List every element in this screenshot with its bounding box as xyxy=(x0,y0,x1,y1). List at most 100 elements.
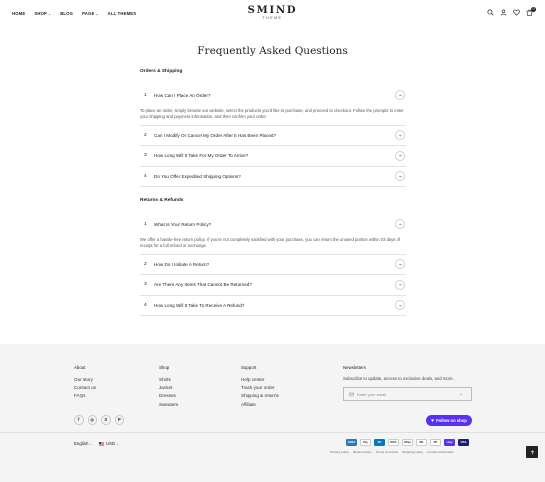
logo-subtext: THEME xyxy=(262,16,283,20)
chevron-down-icon[interactable] xyxy=(395,171,405,182)
language-selector[interactable]: English ⌄ xyxy=(74,441,93,446)
us-flag-icon xyxy=(98,442,104,446)
footer-column-shop: Shop Shirts Jacket Dresses Sweaters xyxy=(159,365,178,409)
policy-link[interactable]: Terms of service xyxy=(376,450,399,454)
footer-column-title: About xyxy=(74,365,86,370)
payment-paypal-icon: PP xyxy=(430,439,441,446)
x-icon[interactable]: X xyxy=(101,415,111,425)
faq-question-row[interactable]: 1 How Can I Place An Order? xyxy=(140,85,406,106)
footer-column-title: Support xyxy=(241,365,257,370)
footer-column-title: Shop xyxy=(159,365,170,370)
currency-label: USD xyxy=(105,441,116,446)
instagram-icon[interactable]: ◎ xyxy=(87,415,97,425)
faq-question: How Long Will It Take For My Order To Ar… xyxy=(154,153,249,159)
faq-number: 4 xyxy=(144,302,147,308)
footer-link[interactable]: Track your order xyxy=(241,384,279,392)
faq-number: 3 xyxy=(144,282,147,288)
logo[interactable]: SMIND THEME xyxy=(0,6,545,21)
faq-question: How Can I Place An Order? xyxy=(154,92,211,98)
faq-question: How Long Will It Take To Receive A Refun… xyxy=(154,302,245,308)
faq-number: 2 xyxy=(144,261,147,267)
faq-question: Are There Any Items That Cannot Be Retur… xyxy=(154,282,252,288)
footer-link[interactable]: Jacket xyxy=(159,384,178,392)
faq-question: What Is Your Return Policy? xyxy=(154,221,212,227)
chevron-up-icon[interactable] xyxy=(395,219,405,230)
chevron-down-icon[interactable] xyxy=(395,130,405,141)
faq-question-row[interactable]: 2 How Do I Initiate A Return? xyxy=(140,255,406,275)
policy-separator: · xyxy=(350,450,352,454)
payment-amex-icon: AMEX xyxy=(346,439,357,446)
pinterest-icon[interactable]: P xyxy=(114,415,124,425)
chevron-down-icon[interactable] xyxy=(395,150,405,161)
search-icon[interactable] xyxy=(487,9,494,16)
back-to-top-button[interactable] xyxy=(526,446,538,458)
footer-link[interactable]: Help center xyxy=(241,376,279,384)
faq-number: 2 xyxy=(144,132,147,138)
footer-link[interactable]: Shipping & returns xyxy=(241,392,279,400)
logo-text: SMIND xyxy=(247,5,298,16)
email-field[interactable]: Enter your email → xyxy=(343,387,472,401)
cart-icon[interactable]: 0 xyxy=(526,7,536,16)
footer-link[interactable]: FAQs xyxy=(74,392,96,400)
faq-question-row[interactable]: 1 What Is Your Return Policy? xyxy=(140,214,406,235)
faq-question-row[interactable]: 4 How Long Will It Take To Receive A Refu… xyxy=(140,296,406,316)
faq-question-row[interactable]: 3 How Long Will It Take For My Order To A… xyxy=(140,146,406,167)
faq-question: Do You Offer Expedited Shipping Options? xyxy=(154,173,241,179)
mail-icon xyxy=(349,392,354,396)
newsletter-text: Subscribe to update, access to exclusive… xyxy=(343,376,454,381)
faq-question-row[interactable]: 3 Are There Any Items That Cannot Be Retu… xyxy=(140,275,406,296)
payment-discover-icon: DISC xyxy=(388,439,399,446)
newsletter-block: Newsletters Subscribe to update, access … xyxy=(343,365,472,401)
chevron-up-icon[interactable] xyxy=(395,90,405,101)
follow-on-shop-button[interactable]: ♥ Follow on shop xyxy=(426,415,472,426)
faq-list: 1 How Can I Place An Order? To place an or… xyxy=(140,85,406,187)
faq-number: 3 xyxy=(144,153,147,159)
language-label: English xyxy=(74,441,89,446)
subscribe-arrow-icon[interactable]: → xyxy=(458,391,463,397)
chevron-down-icon[interactable] xyxy=(395,300,405,311)
footer-link[interactable]: Dresses xyxy=(159,392,178,400)
faq-answer: To place an order, simply browse our web… xyxy=(140,106,406,126)
footer-column-about: About Our story Contact us FAQs xyxy=(74,365,96,401)
email-placeholder: Enter your email xyxy=(357,391,387,397)
payment-shop-pay-icon: shop xyxy=(444,439,455,446)
faq-section-title: Returns & Refunds xyxy=(140,198,184,203)
facebook-icon[interactable]: f xyxy=(74,415,84,425)
footer-link[interactable]: Contact us xyxy=(74,384,96,392)
policy-links: Privacy policy · Refund policy · Terms of se… xyxy=(330,450,454,454)
currency-selector[interactable]: USD ⌄ xyxy=(98,441,119,446)
header-icons: 0 xyxy=(487,7,536,16)
payment-visa-icon: VISA xyxy=(458,439,469,446)
chevron-down-icon[interactable] xyxy=(395,259,405,270)
faq-answer: We offer a hassle-free return policy. If… xyxy=(140,235,406,255)
policy-link[interactable]: Refund policy xyxy=(353,450,372,454)
policy-separator: · xyxy=(424,450,426,454)
policy-separator: · xyxy=(373,450,375,454)
chevron-down-icon[interactable] xyxy=(395,279,405,290)
payment-apple-pay-icon: Pay xyxy=(360,439,371,446)
footer-link[interactable]: Affiliate xyxy=(241,401,279,409)
faq-question-row[interactable]: 4 Do You Offer Expedited Shipping Options… xyxy=(140,167,406,187)
footer-divider xyxy=(0,432,545,433)
faq-number: 1 xyxy=(144,221,147,227)
arrow-up-icon xyxy=(530,449,534,454)
faq-question-row[interactable]: 2 Can I Modify Or Cancel My Order After I… xyxy=(140,126,406,146)
faq-number: 4 xyxy=(144,173,147,179)
account-icon[interactable] xyxy=(500,9,507,16)
wishlist-icon[interactable] xyxy=(513,9,520,16)
chevron-down-icon: ⌄ xyxy=(89,442,93,446)
faq-section-title: Orders & Shipping xyxy=(140,69,183,74)
faq-question: Can I Modify Or Cancel My Order After It… xyxy=(154,132,277,138)
footer-link[interactable]: Our story xyxy=(74,376,96,384)
payment-icons: AMEX Pay DC DISC GPay MC PP shop VISA xyxy=(346,439,469,446)
policy-link[interactable]: Shipping policy xyxy=(402,450,423,454)
newsletter-title: Newsletters xyxy=(343,365,366,370)
footer-link[interactable]: Sweaters xyxy=(159,401,178,409)
social-links: f ◎ X P xyxy=(74,415,124,425)
policy-link[interactable]: Privacy policy xyxy=(330,450,349,454)
payment-diners-club-icon: DC xyxy=(374,439,385,446)
footer-link[interactable]: Shirts xyxy=(159,376,178,384)
payment-mastercard-icon: MC xyxy=(416,439,427,446)
faq-question: How Do I Initiate A Return? xyxy=(154,261,210,267)
policy-link[interactable]: Contact information xyxy=(427,450,454,454)
